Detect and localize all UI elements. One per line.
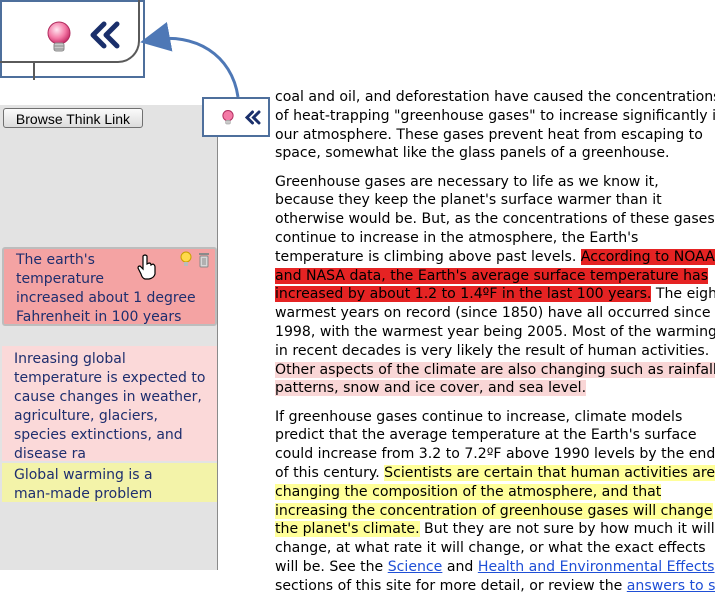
article-line: changing the composition of the atmosphe… [275,483,715,502]
note-line: Inreasing global [14,351,126,367]
highlight-pink[interactable]: Other aspects of the climate are also ch… [275,361,715,378]
article-line: space, somewhat like the glass panels of… [275,145,670,162]
note-line: Global warming is a [14,467,153,483]
zoom-callout [0,0,145,80]
think-link-note[interactable]: Inreasing global temperature is expected… [2,346,217,462]
text-run: sections of this site for more detail, o… [275,577,627,594]
article-line: change, at what rate it will change, or … [275,540,706,557]
article-line: in recent decades is very likely the res… [275,342,710,359]
article-line: increased by about 1.2 to 1.4ºF in the l… [275,285,715,304]
double-chevron-left-icon[interactable] [88,20,122,54]
note-line: disease ra [14,446,86,462]
article-line: coal and oil, and deforestation have cau… [275,89,715,105]
article-line: Greenhouse gases are necessary to life a… [275,173,659,190]
lightbulb-icon[interactable] [44,20,74,58]
highlight-red[interactable]: increased by about 1.2 to 1.4ºF in the l… [275,286,652,303]
article-line: continue to increase in the atmosphere, … [275,229,639,246]
article-line: the planet's climate. But they are not s… [275,520,715,539]
think-link-note[interactable]: Global warming is a man-made problem [2,463,217,502]
double-chevron-left-icon[interactable] [244,110,262,129]
lightbulb-icon[interactable] [221,109,235,130]
text-run: The eight [655,286,715,303]
text-run: of this century. [275,464,385,481]
note-line: species extinctions, and [14,427,183,443]
note-line: cause changes in weather, [14,389,202,405]
article-line: warmest years on record (since 1850) hav… [275,305,711,322]
article-line: and NASA data, the Earth's average surfa… [275,267,715,286]
answers-link[interactable]: answers to sor [627,578,715,594]
hand-cursor-icon [137,254,157,284]
article-line: could increase from 3.2 to 7.2ºF above 1… [275,446,715,463]
article-line: patterns, snow and ice cover, and sea le… [275,379,715,398]
highlight-pink[interactable]: patterns, snow and ice cover, and sea le… [275,380,587,397]
article-line: otherwise would be. But, as the concentr… [275,211,715,228]
article-line: will be. See the Science and Health and … [275,558,715,577]
article-line: 1998, with the warmest year being 2005. … [275,323,715,340]
text-run: But they are not sure by how much it wil… [419,521,715,538]
article-line: of this century. Scientists are certain … [275,464,715,483]
note-tools [179,251,215,275]
trash-icon [199,253,209,268]
note-line: agriculture, glaciers, [14,408,158,424]
callout-tab-edge [33,63,35,80]
article-line: predict that the average temperature at … [275,427,697,444]
science-link[interactable]: Science [388,559,443,575]
highlight-yellow[interactable]: Scientists are certain that human activi… [384,464,715,481]
article-line: sections of this site for more detail, o… [275,577,715,596]
browse-think-link-button[interactable]: Browse Think Link [3,108,143,128]
text-run: and [442,558,478,575]
text-run: will be. See the [275,558,388,575]
highlight-red[interactable]: According to NOAA [580,248,715,265]
article-body: coal and oil, and deforestation have cau… [275,88,715,596]
health-effects-link[interactable]: Health and Environmental Effects [478,559,715,575]
article-line: because they keep the planet's surface w… [275,192,662,209]
article-line: our atmosphere. These gases prevent heat… [275,126,703,143]
text-run: temperature is climbing above past level… [275,248,581,265]
article-line: If greenhouse gases continue to increase… [275,408,683,425]
highlight-red[interactable]: and NASA data, the Earth's average surfa… [275,267,709,284]
highlight-yellow[interactable]: changing the composition of the atmosphe… [275,483,662,500]
note-line: Fahrenheit in 100 years [16,309,182,325]
note-line: increased about 1 degree [16,290,196,306]
note-line: man-made problem [14,486,153,502]
highlight-yellow[interactable]: the planet's climate. [275,521,420,538]
article-line: Other aspects of the climate are also ch… [275,361,715,380]
lightbulb-icon [180,251,192,266]
article-line: temperature is climbing above past level… [275,248,715,267]
article-line: of heat-trapping "greenhouse gases" to i… [275,107,715,124]
think-link-note[interactable]: The earth's temperature increased about … [2,247,217,326]
note-line: temperature is expected to [14,370,206,386]
article-line: increasing the concentration of greenhou… [275,502,715,521]
panel-controls [202,97,270,137]
highlight-yellow[interactable]: increasing the concentration of greenhou… [275,502,713,519]
